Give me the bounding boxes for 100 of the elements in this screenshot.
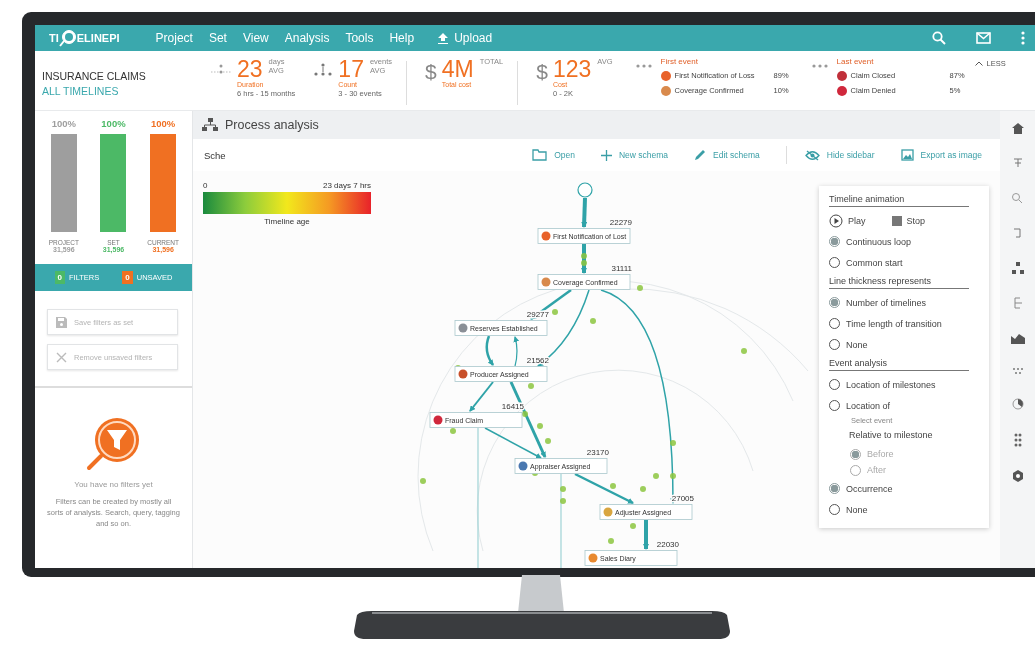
new-button[interactable]: New schema: [600, 149, 669, 161]
flow-arrow: [469, 381, 494, 412]
panel-title: Process analysis: [225, 118, 319, 132]
chevron-up-icon: [974, 61, 983, 66]
bar-percent: 100%: [151, 118, 176, 129]
logo-text: TI: [49, 32, 59, 44]
menu-item[interactable]: View: [242, 31, 269, 45]
empty-state-title: You have no filters yet: [74, 480, 153, 489]
option-label: Before: [867, 449, 894, 459]
bar-percent: 100%: [51, 118, 76, 129]
legend-min: 0: [203, 181, 208, 190]
hierarchy-icon[interactable]: [1011, 262, 1024, 274]
radio-button[interactable]: [829, 339, 840, 350]
hide-button[interactable]: Hide sidebar: [804, 149, 875, 161]
event-group-title: First event: [660, 57, 699, 66]
pie-icon[interactable]: [1011, 398, 1024, 410]
radio-button[interactable]: [829, 400, 840, 411]
radio-button[interactable]: [829, 318, 840, 329]
metric-value: 17: [338, 57, 364, 81]
option-label: None: [846, 504, 868, 515]
mail-icon[interactable]: [976, 32, 991, 44]
hierarchy-icon: [202, 118, 218, 132]
query-icon[interactable]: [1010, 192, 1025, 204]
metric-value: 23: [237, 57, 263, 81]
image-icon: [900, 149, 914, 161]
option-label: Occurrence: [846, 483, 893, 494]
more-menu-icon[interactable]: [1021, 31, 1025, 45]
menu-item[interactable]: Project: [155, 31, 193, 45]
dots-column-icon[interactable]: [1013, 433, 1022, 447]
count-badge: 0: [122, 271, 133, 284]
metric-value: 4M: [441, 57, 474, 81]
project-title: INSURANCE CLAIMS: [42, 70, 147, 82]
node-count: 23170: [586, 448, 609, 457]
option-label: Common start: [846, 257, 903, 268]
event-dots-icon: [810, 63, 829, 69]
count-badge: 0: [54, 271, 65, 284]
upload-button[interactable]: Upload: [438, 31, 493, 45]
menu-item[interactable]: Set: [208, 31, 227, 45]
folder-icon: [532, 149, 548, 161]
option-label: Continuous loop: [846, 236, 912, 247]
flow-arrow: [513, 336, 520, 367]
flow-arrow: [581, 244, 587, 274]
node-count: 22279: [609, 218, 632, 227]
search-icon[interactable]: [932, 31, 946, 45]
option-label: Time length of transition: [846, 318, 942, 329]
option-subheading: Relative to milestone: [848, 430, 934, 442]
event-group-title: Last event: [836, 57, 875, 66]
flow-arrow: [643, 520, 649, 550]
radio-button[interactable]: [829, 236, 840, 247]
legend-title: Timeline age: [263, 217, 311, 226]
radio-button[interactable]: [829, 379, 840, 390]
radio-button[interactable]: [829, 504, 840, 515]
event-dots-icon: [634, 63, 653, 69]
schema-label: Sche: [204, 149, 226, 161]
timeline-dots-icon: [210, 63, 232, 75]
menu-item[interactable]: Help: [389, 31, 415, 45]
tree-icon[interactable]: [1011, 157, 1024, 169]
option-label: Number of timelines: [846, 297, 927, 308]
logo-text: ELINEPI: [76, 32, 120, 44]
bracket-icon[interactable]: [1011, 297, 1024, 309]
start-node: [577, 182, 593, 198]
option-label: After: [867, 465, 886, 475]
stop-icon: [891, 215, 902, 226]
magnifier-logo-icon: [58, 29, 77, 47]
radio-button[interactable]: [829, 257, 840, 268]
currency-sign: $: [536, 60, 548, 84]
section-heading: Line thickness represents: [829, 273, 969, 289]
currency-sign: $: [425, 60, 437, 84]
metric-value: 123: [552, 57, 592, 81]
play-button[interactable]: Play: [829, 213, 866, 228]
radio-button[interactable]: [829, 297, 840, 308]
menu-item[interactable]: Tools: [345, 31, 374, 45]
flow-arrow: [485, 335, 495, 366]
stop-button[interactable]: Stop: [891, 215, 926, 226]
eye-slash-icon: [804, 149, 820, 161]
event-nodes-icon: [313, 63, 334, 77]
option-label: None: [846, 339, 868, 350]
hexagon-icon[interactable]: [1011, 470, 1024, 482]
open-button[interactable]: Open: [532, 149, 575, 161]
dots-grid-icon[interactable]: [1011, 367, 1024, 375]
radio-button[interactable]: [829, 483, 840, 494]
menu-item[interactable]: Analysis: [284, 31, 330, 45]
close-icon: [56, 351, 67, 363]
flow-arrow: [581, 197, 588, 228]
home-icon[interactable]: [1011, 123, 1024, 134]
edit-button[interactable]: Edit schema: [694, 149, 760, 161]
section-heading: Timeline animation: [829, 191, 969, 207]
upload-icon: [438, 32, 449, 44]
legend-max: 23 days 7 hrs: [322, 181, 371, 190]
export-button[interactable]: Export as image: [900, 149, 982, 161]
option-label: Location of milestones: [846, 379, 936, 390]
node-count: 31111: [611, 264, 632, 273]
path-icon[interactable]: [1011, 227, 1024, 239]
pencil-icon: [694, 149, 707, 161]
plus-icon: [600, 149, 612, 161]
area-chart-icon[interactable]: [1010, 332, 1025, 344]
section-heading: Event analysis: [829, 355, 969, 371]
bar-percent: 100%: [101, 118, 126, 129]
play-icon: [829, 213, 843, 228]
timeline-set-link[interactable]: ALL TIMELINES: [42, 85, 192, 97]
